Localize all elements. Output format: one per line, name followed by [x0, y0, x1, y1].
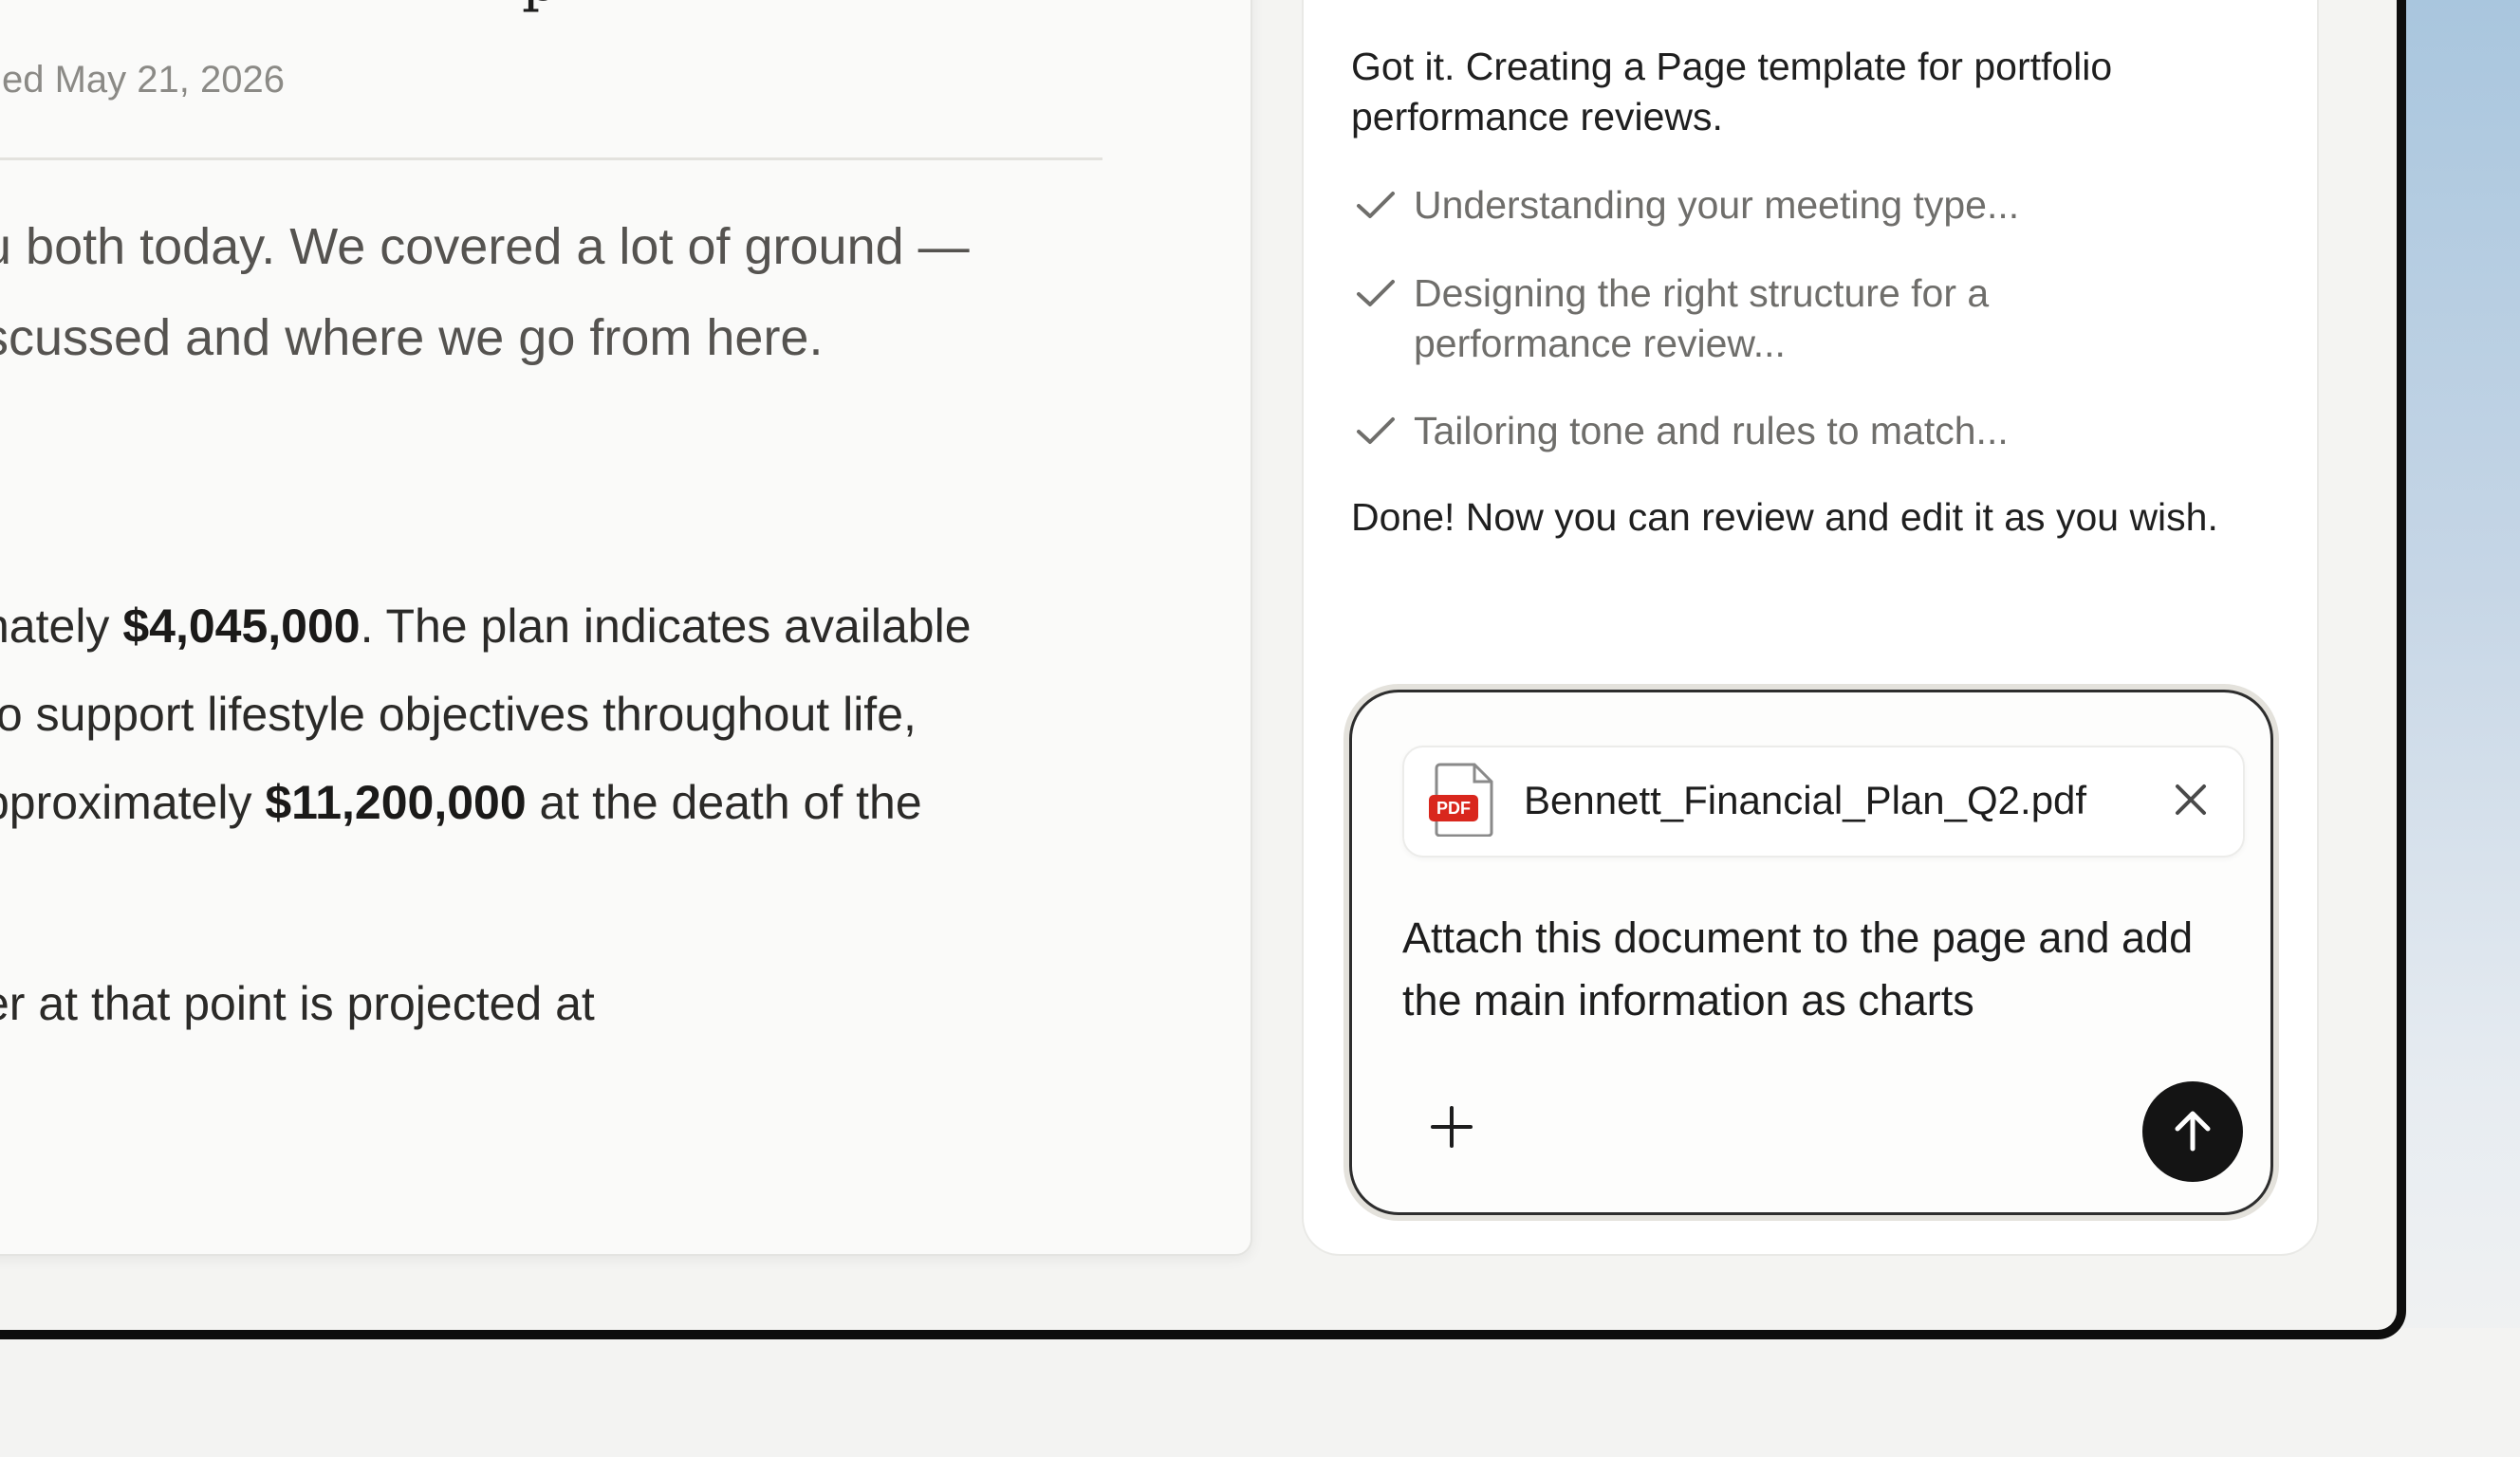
- intro-line-2: scussed and where we go from here.: [0, 309, 824, 366]
- body-line-3-pre: pproximately: [0, 776, 266, 829]
- prompt-input[interactable]: Attach this document to the page and add…: [1402, 907, 2237, 1032]
- title-divider: [0, 157, 1102, 160]
- body-line-4: er at that point is projected at: [0, 977, 595, 1030]
- asset-value-bold: $4,045,000: [122, 599, 361, 653]
- assistant-done-message: Done! Now you can review and edit it as …: [1351, 495, 2218, 539]
- estate-value-bold: $11,200,000: [265, 776, 527, 829]
- body-line-3: pproximately $11,200,000 at the death of…: [0, 759, 922, 847]
- send-button[interactable]: [2142, 1081, 2243, 1182]
- progress-step-3: Tailoring tone and rules to match...: [1351, 406, 2154, 456]
- document-page: p fied May 21, 2026 u both today. We cov…: [0, 0, 1252, 1256]
- desktop-background-lower: [0, 1328, 2520, 1457]
- check-icon: [1357, 417, 1395, 444]
- arrow-up-icon: [2175, 1111, 2211, 1152]
- body-line-1: nately $4,045,000. The plan indicates av…: [0, 582, 972, 671]
- body-line-3-post: at the death of the: [526, 776, 922, 829]
- check-icon: [1357, 280, 1395, 306]
- step-label: Tailoring tone and rules to match...: [1414, 409, 2009, 452]
- intro-line-1: u both today. We covered a lot of ground…: [0, 218, 970, 275]
- step-label: Understanding your meeting type...: [1414, 183, 2020, 227]
- plus-icon[interactable]: [1425, 1100, 1478, 1153]
- close-icon[interactable]: [2169, 778, 2213, 821]
- modified-date: fied May 21, 2026: [0, 59, 285, 101]
- body-line-2-pre: to support lifestyle objectives througho…: [0, 688, 917, 741]
- body-line-1-post: . The plan indicates available: [360, 599, 972, 653]
- attachment-file-name: Bennett_Financial_Plan_Q2.pdf: [1524, 778, 2087, 822]
- check-icon: [1357, 192, 1395, 218]
- assistant-intro-message: Got it. Creating a Page template for por…: [1351, 45, 2113, 138]
- body-line-1-pre: nately: [0, 599, 110, 653]
- progress-step-1: Understanding your meeting type...: [1351, 180, 2154, 231]
- step-label: Designing the right structure for a perf…: [1414, 271, 1990, 365]
- pdf-file-icon: PDF: [1429, 763, 1493, 837]
- body-line-2: to support lifestyle objectives througho…: [0, 671, 917, 759]
- pdf-icon-label: PDF: [1436, 799, 1471, 818]
- progress-step-2: Designing the right structure for a perf…: [1351, 268, 2154, 369]
